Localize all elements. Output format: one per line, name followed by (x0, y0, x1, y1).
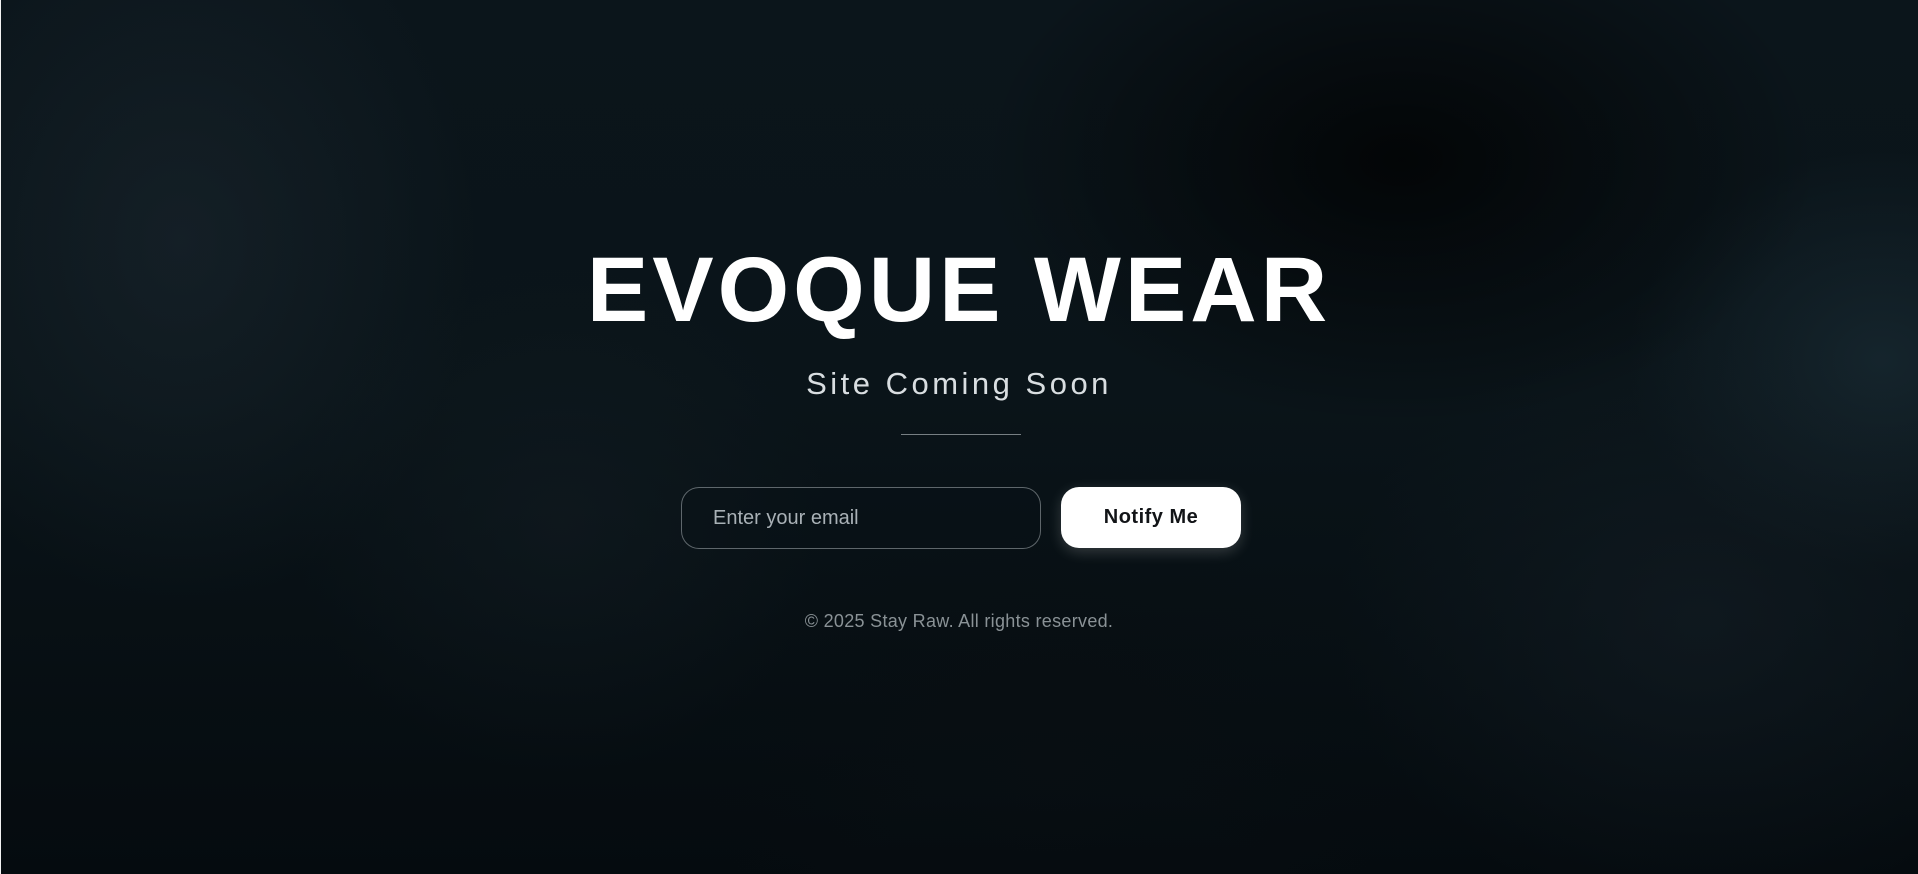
hero-section: EVOQUE WEAR Site Coming Soon Notify Me ©… (0, 0, 1918, 874)
divider-line (901, 434, 1021, 435)
notify-me-button[interactable]: Notify Me (1061, 487, 1241, 548)
email-input[interactable] (681, 487, 1041, 549)
copyright-text: © 2025 Stay Raw. All rights reserved. (804, 611, 1114, 631)
coming-soon-subtitle: Site Coming Soon (806, 366, 1112, 401)
brand-title: EVOQUE WEAR (586, 239, 1332, 341)
coming-soon-page: EVOQUE WEAR Site Coming Soon Notify Me ©… (0, 0, 1918, 874)
